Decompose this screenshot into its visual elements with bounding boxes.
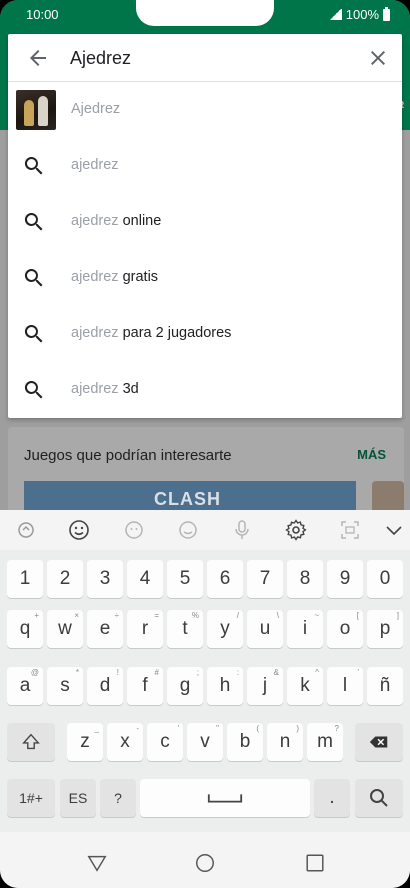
backspace-icon: [369, 736, 388, 748]
arrow-left-icon[interactable]: [26, 46, 50, 70]
recommended-games-card: Juegos que podrían interesarte MÁS CLASH: [8, 427, 404, 521]
symbols-key[interactable]: 1#+: [7, 779, 55, 817]
key-v[interactable]: v ": [187, 723, 223, 761]
search-input[interactable]: [70, 46, 350, 70]
suggestion-query[interactable]: ajedrez para 2 jugadores: [8, 306, 402, 362]
key-5[interactable]: 5: [167, 560, 203, 598]
key-n-tilde[interactable]: ñ: [367, 667, 403, 705]
shift-key[interactable]: [7, 723, 55, 761]
swap-keyboard-icon[interactable]: [14, 518, 38, 542]
status-indicators: 100%: [328, 6, 390, 22]
key-b[interactable]: b(: [227, 723, 263, 761]
key-c[interactable]: c ': [147, 723, 183, 761]
suggestion-label: ajedrez gratis: [71, 269, 159, 285]
suggestion-label: ajedrez 3d: [71, 381, 139, 397]
card-more-link: MÁS: [357, 447, 386, 462]
key-x[interactable]: x-: [107, 723, 143, 761]
key-3[interactable]: 3: [87, 560, 123, 598]
search-suggestions-panel: Ajedrez ajedrez ajedrez online ajedrez g…: [8, 34, 402, 418]
key-n[interactable]: n): [267, 723, 303, 761]
phone-screen: 10:00 100% R Juegos que podrían interesa…: [0, 0, 410, 888]
on-screen-keyboard: 1 2 3 4 5 6 7 8 9 0 q + w × e ÷ r = t% y / u \…: [0, 510, 410, 832]
battery-percent: 100%: [345, 7, 379, 22]
suggestion-query[interactable]: ajedrez: [8, 138, 402, 194]
key-t[interactable]: t%: [167, 610, 203, 648]
sticker-icon[interactable]: [122, 518, 146, 542]
text-extract-icon[interactable]: [338, 518, 362, 542]
key-2[interactable]: 2: [47, 560, 83, 598]
key-a[interactable]: a @: [7, 667, 43, 705]
key-8[interactable]: 8: [287, 560, 323, 598]
key-o[interactable]: o[: [327, 610, 363, 648]
close-icon[interactable]: [366, 46, 390, 70]
suggestion-label: Ajedrez: [71, 101, 121, 117]
space-key[interactable]: [140, 779, 310, 817]
key-9[interactable]: 9: [327, 560, 363, 598]
suggestion-query[interactable]: ajedrez online: [8, 194, 402, 250]
suggestion-label: ajedrez online: [71, 213, 162, 229]
key-r[interactable]: r =: [127, 610, 163, 648]
key-6[interactable]: 6: [207, 560, 243, 598]
suggestion-query[interactable]: ajedrez 3d: [8, 362, 402, 418]
search-icon: [370, 789, 388, 807]
circle-home-icon[interactable]: [194, 852, 216, 874]
key-k[interactable]: k ^: [287, 667, 323, 705]
battery-icon: [383, 6, 390, 21]
space-bar-icon: [207, 794, 243, 803]
gif-face-icon[interactable]: [176, 518, 200, 542]
search-icon: [24, 269, 43, 287]
key-m[interactable]: m?: [307, 723, 343, 761]
search-icon: [24, 157, 43, 175]
suggestion-label: ajedrez para 2 jugadores: [71, 325, 232, 341]
key-q[interactable]: q +: [7, 610, 43, 648]
signal-icon: [328, 9, 342, 20]
microphone-icon[interactable]: [230, 518, 254, 542]
key-p[interactable]: p]: [367, 610, 403, 648]
key-s[interactable]: s *: [47, 667, 83, 705]
question-mark-key[interactable]: ?: [100, 779, 136, 817]
emoji-icon[interactable]: [67, 518, 91, 542]
key-1[interactable]: 1: [7, 560, 43, 598]
square-recent-icon[interactable]: [304, 852, 326, 874]
banner-text: CLASH: [154, 489, 221, 509]
suggestion-label: ajedrez: [71, 157, 119, 173]
search-key[interactable]: [355, 779, 403, 817]
camera-notch: [136, 0, 274, 26]
language-key[interactable]: ES: [60, 779, 96, 817]
key-h[interactable]: h:: [207, 667, 243, 705]
key-0[interactable]: 0: [367, 560, 403, 598]
key-w[interactable]: w ×: [47, 610, 83, 648]
status-bar: 10:00 100%: [0, 0, 410, 30]
period-key[interactable]: .: [314, 779, 350, 817]
key-g[interactable]: g;: [167, 667, 203, 705]
key-4[interactable]: 4: [127, 560, 163, 598]
keyboard-toolbar: [0, 510, 410, 550]
key-7[interactable]: 7: [247, 560, 283, 598]
card-title: Juegos que podrían interesarte: [24, 447, 232, 464]
chess-app-icon: [16, 90, 56, 130]
key-i[interactable]: i ~: [287, 610, 323, 648]
search-icon: [24, 325, 43, 343]
search-icon: [24, 213, 43, 231]
key-l[interactable]: l ': [327, 667, 363, 705]
navigation-bar: [0, 832, 410, 888]
gear-icon[interactable]: [284, 518, 308, 542]
status-time: 10:00: [26, 7, 59, 22]
chevron-down-icon[interactable]: [382, 518, 406, 542]
suggestion-app[interactable]: Ajedrez: [8, 82, 402, 138]
triangle-back-icon[interactable]: [86, 852, 108, 874]
key-e[interactable]: e ÷: [87, 610, 123, 648]
key-d[interactable]: d!: [87, 667, 123, 705]
backspace-key[interactable]: [355, 723, 403, 761]
suggestion-query[interactable]: ajedrez gratis: [8, 250, 402, 306]
search-icon: [24, 381, 43, 399]
shift-arrow-icon: [22, 733, 40, 750]
search-bar: [8, 34, 402, 82]
key-j[interactable]: j &: [247, 667, 283, 705]
key-u[interactable]: u \: [247, 610, 283, 648]
key-y[interactable]: y /: [207, 610, 243, 648]
key-f[interactable]: f #: [127, 667, 163, 705]
key-z[interactable]: z _: [67, 723, 103, 761]
